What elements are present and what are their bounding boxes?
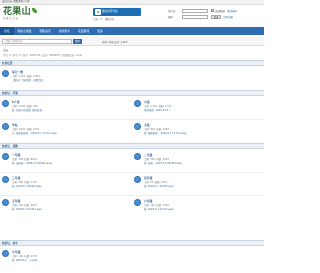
main-nav: 论坛 网友小团会 图集资讯 搜索帮手 花园游戏 更多 [0, 27, 264, 35]
community-banner: S 我的社区导航 只是一个 · 搜狐社区 [93, 8, 141, 21]
forum-item[interactable]: 六年级 主题: 146, 帖数: 3364 热: 2024-5-4 12:23 … [132, 196, 262, 218]
forum-icon [2, 176, 9, 183]
register-link[interactable]: 立即注册 [223, 15, 233, 19]
forum-last-post[interactable]: 热: 海南... 2024-5-3 09:08 Laoja [144, 161, 259, 165]
password-field[interactable] [182, 14, 208, 19]
forum-item[interactable]: 每日一推 主题: 3,164, 帖数: 3,944 【随心】合意事案 · 深探力… [0, 67, 130, 89]
nav-item-games[interactable]: 花园游戏 [74, 27, 93, 35]
header: 花果山 花 果 山 论 坛 S 我的社区导航 只是一个 · 搜狐社区 用户名 自… [0, 5, 264, 26]
forum-last-post[interactable]: 热: 2024-5-4 12:23 Laoja [144, 207, 259, 211]
forum-item[interactable]: E人堂 主题: 2,993, 帖数: 256 贴: 全国人民转发! 海南海事..… [0, 97, 130, 119]
login-panel: 用户名 自动登录 找回密码 密码 登录 立即注册 [168, 8, 262, 20]
forum-last-post[interactable]: 热: 2024-5-2 ... Laoja [12, 258, 127, 262]
forum-icon [2, 199, 9, 206]
forum-icon [134, 100, 141, 107]
nav-item-forum[interactable]: 论坛 [0, 27, 14, 35]
username-label: 用户名 [168, 9, 176, 13]
logo-subtitle: 花 果 山 论 坛 [3, 17, 18, 20]
forum-icon [2, 70, 9, 77]
remember-checkbox[interactable] [211, 9, 214, 12]
forum-item[interactable]: 小组 主题: 1,461, 帖数: 1723 苍苍花雨 · 2024-8-19 … [132, 97, 262, 119]
site-logo[interactable]: 花果山 花 果 山 论 坛 [3, 7, 39, 24]
password-label: 密码 [168, 15, 174, 19]
community-nav-button[interactable]: S 我的社区导航 [93, 8, 141, 16]
forum-icon [134, 176, 141, 183]
forum-last-post[interactable]: 热: 惠政新政... 2024-5-7 11:31 Laoja [144, 131, 259, 135]
forum-item[interactable]: 一年级 主题: 108, 帖数: 806.1 热: 海南居... 2024-5-… [0, 150, 130, 172]
search-bar: 请输入搜索内容 搜索 热搜: 环境 出行 大中华 [0, 37, 264, 46]
forum-last-post[interactable]: 热: 海南居... 2024-5-3 09:08 Laoja [12, 161, 127, 165]
forum-last-post[interactable]: 热: 2024-5-2 08:40 Laoja [12, 184, 127, 188]
leaf-icon [31, 8, 37, 13]
forum-item[interactable]: 李站 主题: 3,007, 帖数: 3791 关: 海南旧房转... 2024-… [0, 120, 130, 142]
forum-item[interactable]: 三年级 主题: 100, 帖数: 1157 热: 2024-5-2 08:40 … [0, 173, 130, 195]
forum-icon [2, 100, 9, 107]
sohu-icon: S [95, 9, 101, 15]
community-nav-label: 我的社区导航 [102, 10, 118, 13]
breadcrumb[interactable]: 论坛 [3, 48, 8, 52]
forum-item[interactable]: 五年级 主题: 106, 帖数: 2047 热: 2024-5-3 22:34 … [0, 196, 130, 218]
nav-item-news[interactable]: 图集资讯 [36, 27, 55, 35]
search-input[interactable]: 请输入搜索内容 [2, 39, 72, 44]
forum-last-post[interactable]: 苍苍花雨 · 2024-8-19 ... [144, 108, 259, 112]
forum-last-post[interactable]: 关: 海南旧房转... 2024-5-7 11:31 Laoja [12, 131, 127, 135]
hot-search[interactable]: 热搜: 环境 出行 大中华 [102, 40, 128, 44]
top-links[interactable]: 返回首页 收藏本站 行客 [2, 0, 30, 3]
forum-item[interactable]: 七年级 主题: 109, 帖数: 1376 热: 2024-5-2 ... La… [0, 247, 130, 269]
forum-last-post[interactable]: 热: 2024-5-1 16:58 Laoja [144, 184, 259, 188]
section-header[interactable]: 热论坛 · 初中 [0, 240, 264, 246]
login-button[interactable]: 登录 [211, 14, 221, 19]
username-field[interactable] [182, 8, 208, 13]
forum-last-post[interactable]: 热: 2024-5-3 22:34 Laoja [12, 207, 127, 211]
logo-text: 花果山 [3, 7, 31, 17]
forum-last-post[interactable]: 贴: 全国人民转发! 海南海事... [12, 108, 127, 112]
nav-item-search[interactable]: 搜索帮手 [55, 27, 74, 35]
forum-icon [2, 250, 9, 257]
forum-icon [2, 153, 9, 160]
forgot-password-link[interactable]: 找回密码 [227, 9, 237, 13]
forum-item[interactable]: 大陆 主题: 861, 帖数: 4149 热: 惠政新政... 2024-5-7… [132, 120, 262, 142]
forum-item[interactable]: 二年级 主题: 265, 帖数: 2543 热: 海南... 2024-5-3 … [132, 150, 262, 172]
nav-item-more[interactable]: 更多 [93, 27, 107, 35]
forum-last-post[interactable]: 【随心】合意事案 · 深探力度 [12, 78, 127, 82]
community-subtitle: 只是一个 · 搜狐社区 [93, 18, 115, 21]
section-header[interactable]: 热论坛 · 话题 [0, 143, 264, 149]
forum-icon [2, 123, 9, 130]
search-button[interactable]: 搜索 [73, 39, 82, 44]
forum-icon [134, 199, 141, 206]
forum-icon [134, 123, 141, 130]
section-header[interactable]: 热论坛 · 开谈 [0, 90, 264, 96]
forum-stats: 今日: 0 | 昨日: 0 | 帖子: 2012134 | 会员: 391887… [3, 54, 82, 57]
section-header[interactable]: 在论坛里 [0, 60, 264, 66]
nav-item-group[interactable]: 网友小团会 [14, 27, 36, 35]
forum-item[interactable]: 四年级 主题: 55, 帖数: 2761 热: 2024-5-1 16:58 L… [132, 173, 262, 195]
forum-icon [134, 153, 141, 160]
remember-label: 自动登录 [215, 9, 226, 13]
